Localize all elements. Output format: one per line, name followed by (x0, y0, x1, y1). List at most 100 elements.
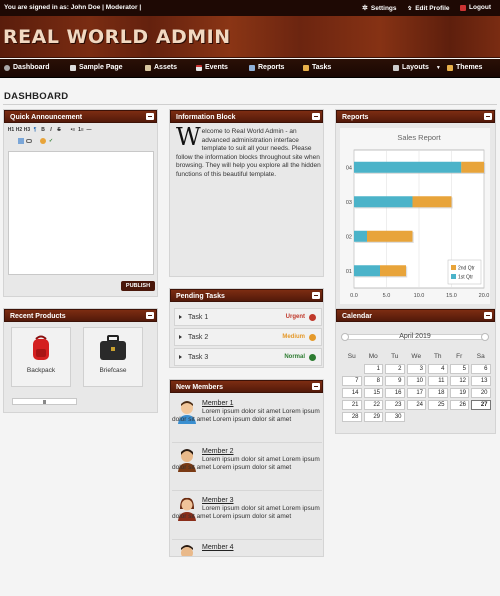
member-name-link[interactable]: Member 4 (202, 544, 234, 551)
calendar-day[interactable]: 4 (428, 364, 448, 374)
x-tick-label: 0.0 (350, 293, 358, 299)
app-logo[interactable]: REAL WORLD ADMIN (3, 26, 231, 48)
bar-1st-qtr (354, 161, 462, 173)
logout-link[interactable]: Logout (460, 4, 491, 11)
signed-in-user[interactable]: John Doe | Moderator | (71, 4, 141, 11)
heading1-button[interactable]: H1 (8, 127, 14, 133)
calendar-day[interactable]: 18 (428, 388, 448, 398)
calendar-day[interactable]: 20 (471, 388, 491, 398)
scroll-thumb[interactable] (43, 400, 46, 404)
heading2-button[interactable]: H2 (16, 127, 22, 133)
member-name-link[interactable]: Member 1 (202, 400, 234, 407)
calendar-day[interactable]: 25 (428, 400, 448, 410)
minimize-icon[interactable] (312, 383, 320, 390)
calendar-day[interactable]: 10 (406, 376, 426, 386)
product-label: Backpack (26, 367, 56, 374)
nav-layouts[interactable]: Layouts ▼ (393, 64, 441, 71)
settings-link[interactable]: ✲ Settings (362, 4, 397, 13)
calendar-day[interactable]: 14 (342, 388, 362, 398)
calendar-day[interactable]: 3 (406, 364, 426, 374)
member-name-link[interactable]: Member 2 (202, 448, 234, 455)
color-icon[interactable] (40, 138, 46, 144)
paragraph-button[interactable]: ¶ (32, 127, 38, 133)
calendar-day[interactable]: 21 (342, 400, 362, 410)
calendar-day[interactable]: 2 (385, 364, 405, 374)
minimize-icon[interactable] (312, 292, 320, 299)
strike-button[interactable]: S (56, 127, 62, 133)
task-item[interactable]: Task 2 Medium (174, 328, 322, 346)
calendar-day[interactable]: 5 (449, 364, 469, 374)
nav-themes[interactable]: Themes (447, 64, 482, 71)
italic-button[interactable]: I (48, 127, 54, 133)
bar-1st-qtr (354, 196, 413, 208)
nav-sample-page[interactable]: Sample Page (70, 64, 123, 71)
chevron-down-icon: ▼ (435, 64, 441, 71)
nav-dashboard[interactable]: Dashboard (4, 64, 50, 71)
image-icon[interactable] (18, 138, 24, 144)
task-item[interactable]: Task 3 Normal (174, 348, 322, 366)
calendar-day[interactable]: 12 (449, 376, 469, 386)
bold-button[interactable]: B (40, 127, 46, 133)
number-list-button[interactable]: 1≡ (78, 127, 84, 133)
sales-report-chart: Sales Report 0.0 5.0 10.0 15.0 20.0 01 02 03 04 2n… (346, 133, 489, 299)
calendar-day[interactable]: 16 (385, 388, 405, 398)
edit-profile-link[interactable]: ⍚ Edit Profile (408, 4, 450, 12)
calendar-empty-cell (471, 412, 491, 422)
calendar-day[interactable]: 7 (342, 376, 362, 386)
calendar-day[interactable]: 23 (385, 400, 405, 410)
calendar-day[interactable]: 1 (363, 364, 383, 374)
hr-button[interactable]: — (86, 127, 92, 133)
member-description: Lorem ipsum dolor sit amet Lorem ipsum d… (172, 408, 320, 423)
nav-tasks[interactable]: Tasks (303, 64, 331, 71)
layouts-icon (393, 64, 399, 71)
bullet-list-button[interactable]: •≡ (70, 127, 76, 133)
pending-tasks-panel: Pending Tasks Task 1 Urgent Task 2 Mediu… (169, 288, 324, 368)
check-icon[interactable]: ✓ (48, 138, 54, 144)
calendar-day[interactable]: 28 (342, 412, 362, 422)
publish-button[interactable]: PUBLISH (121, 281, 155, 291)
minimize-icon[interactable] (484, 113, 492, 120)
recent-products-panel: Recent Products Backpack Briefcase (3, 308, 158, 413)
nav-label: Themes (456, 64, 483, 71)
calendar-day[interactable]: 27 (471, 400, 491, 410)
calendar-day[interactable]: 9 (385, 376, 405, 386)
heading3-button[interactable]: H3 (24, 127, 30, 133)
calendar-day[interactable]: 24 (406, 400, 426, 410)
member-name-link[interactable]: Member 3 (202, 497, 234, 504)
assets-icon (145, 64, 151, 71)
product-card-backpack[interactable]: Backpack (11, 327, 71, 387)
calendar-day[interactable]: 19 (449, 388, 469, 398)
minimize-icon[interactable] (146, 312, 154, 319)
link-icon[interactable] (26, 139, 32, 143)
calendar-day[interactable]: 29 (363, 412, 383, 422)
minimize-icon[interactable] (146, 113, 154, 120)
nav-events[interactable]: Events (196, 64, 228, 71)
calendar-day[interactable]: 13 (471, 376, 491, 386)
panel-title: New Members (176, 384, 224, 391)
announcement-editor[interactable] (8, 151, 154, 275)
calendar-day[interactable]: 30 (385, 412, 405, 422)
nav-assets[interactable]: Assets (145, 64, 177, 71)
product-card-briefcase[interactable]: Briefcase (83, 327, 143, 387)
y-tick-label: 04 (346, 165, 352, 171)
task-item[interactable]: Task 1 Urgent (174, 308, 322, 326)
briefcase-icon (100, 335, 126, 360)
editor-toolbar: H1 H2 H3 ¶ B I S •≡ 1≡ — (8, 127, 92, 133)
calendar-day[interactable]: 6 (471, 364, 491, 374)
nav-reports[interactable]: Reports (249, 64, 284, 71)
minimize-icon[interactable] (484, 312, 492, 319)
minimize-icon[interactable] (312, 113, 320, 120)
calendar-day[interactable]: 15 (363, 388, 383, 398)
calendar-day[interactable]: 17 (406, 388, 426, 398)
user-icon: ⍚ (408, 4, 413, 11)
calendar-day[interactable]: 8 (363, 376, 383, 386)
calendar-day[interactable]: 26 (449, 400, 469, 410)
calendar-day[interactable]: 11 (428, 376, 448, 386)
task-priority: Medium (282, 334, 305, 340)
nav-label: Assets (154, 64, 177, 71)
sales-chart-container: Sales Report 0.0 5.0 10.0 15.0 20.0 01 02 03 04 2n… (340, 128, 490, 304)
calendar-day[interactable]: 22 (363, 400, 383, 410)
title-divider (3, 104, 497, 105)
products-scrollbar[interactable] (12, 398, 77, 405)
divider (172, 490, 322, 491)
